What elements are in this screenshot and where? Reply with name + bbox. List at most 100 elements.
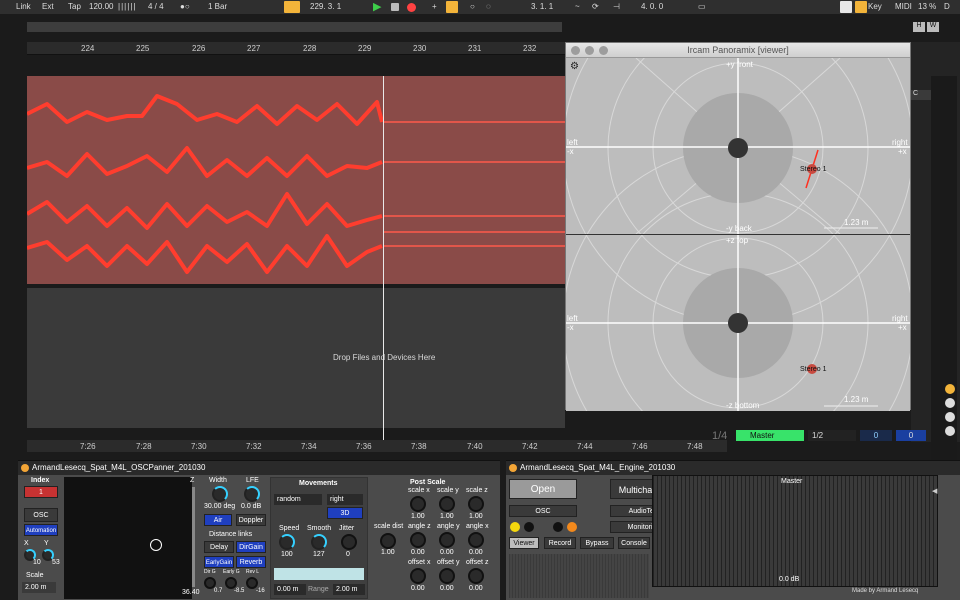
xy-pad[interactable]: [64, 477, 192, 599]
pencil-icon[interactable]: [840, 1, 852, 13]
delay-button[interactable]: Delay: [204, 541, 234, 553]
3d-button[interactable]: 3D: [327, 507, 363, 519]
zoom-window-icon[interactable]: [599, 46, 608, 55]
midi-map-button[interactable]: MIDI: [895, 2, 912, 11]
master-routing-select[interactable]: 1/2: [808, 430, 856, 441]
overdub-icon[interactable]: +: [432, 2, 437, 11]
punch-icon[interactable]: ○: [470, 2, 475, 11]
settings-gear-icon[interactable]: ⚙: [570, 61, 579, 72]
speed-value: 100: [281, 551, 293, 558]
hide-button[interactable]: H: [913, 22, 925, 32]
device-power-icon[interactable]: [21, 464, 29, 472]
source-label-top[interactable]: Stereo 1: [800, 166, 826, 173]
scale-z-knob[interactable]: [468, 496, 484, 512]
key-map-indicator[interactable]: [855, 1, 867, 13]
master-pan[interactable]: 0: [896, 430, 926, 441]
panoramix-viewer-window[interactable]: Ircam Panoramix [viewer] ⚙ +y front -y b…: [565, 42, 911, 411]
time-ruler[interactable]: 7:26 7:28 7:30 7:32 7:34 7:36 7:38 7:40 …: [27, 440, 727, 452]
tempo-field[interactable]: 120.00: [89, 2, 113, 11]
osc-button[interactable]: OSC: [509, 505, 577, 517]
record-button[interactable]: Record: [544, 537, 576, 549]
master-track-button[interactable]: Master: [736, 430, 804, 441]
range-min-field[interactable]: 0.00 m: [274, 584, 306, 595]
time-signature[interactable]: 4 / 4: [148, 2, 164, 11]
loop-switch-icon[interactable]: ⟳: [592, 2, 599, 11]
play-icon[interactable]: ▶: [373, 0, 381, 13]
earlygain-button[interactable]: EarlyGain: [204, 556, 234, 568]
track-c-label[interactable]: C: [911, 90, 931, 100]
w-button[interactable]: W: [927, 22, 939, 32]
dirgain-button[interactable]: DirGain: [236, 541, 266, 553]
range-max-field[interactable]: 2.00 m: [333, 584, 365, 595]
record-icon[interactable]: [407, 3, 416, 12]
minimize-window-icon[interactable]: [585, 46, 594, 55]
drop-zone[interactable]: Drop Files and Devices Here: [27, 288, 565, 428]
offset-z-knob[interactable]: [468, 568, 484, 584]
solo-toggle-icon[interactable]: [945, 426, 955, 436]
return-toggle-icon[interactable]: [945, 398, 955, 408]
offset-x-knob[interactable]: [410, 568, 426, 584]
scale-y-knob[interactable]: [439, 496, 455, 512]
jitter-knob[interactable]: [341, 534, 357, 550]
link-button[interactable]: Link: [16, 2, 31, 11]
scale-field[interactable]: 2.00 m: [22, 582, 56, 593]
ext-sync-button[interactable]: Ext: [42, 2, 54, 11]
beat-ruler[interactable]: 224 225 226 227 228 229 230 231 232: [27, 42, 565, 55]
master-volume[interactable]: 0: [860, 430, 892, 441]
status-yellow-icon: [510, 522, 520, 532]
arrangement-record-icon[interactable]: [284, 1, 300, 13]
draw-mode-icon[interactable]: ~: [575, 2, 580, 11]
angle-x-knob[interactable]: [468, 532, 484, 548]
console-button[interactable]: Console: [618, 537, 650, 549]
smooth-knob[interactable]: [311, 534, 327, 550]
offset-y-knob[interactable]: [439, 568, 455, 584]
movement-side-select[interactable]: right: [327, 494, 363, 505]
osc-button[interactable]: OSC: [24, 508, 58, 522]
open-button[interactable]: Open: [509, 479, 577, 499]
punch-out-icon[interactable]: ⊣: [613, 2, 620, 11]
doppler-button[interactable]: Doppler: [236, 514, 266, 526]
lfe-knob[interactable]: [244, 486, 260, 502]
tap-button[interactable]: Tap: [68, 2, 81, 11]
key-map-button[interactable]: Key: [868, 2, 882, 11]
mixer-toggle-icon[interactable]: [945, 384, 955, 394]
stop-icon[interactable]: [391, 3, 399, 11]
movement-mode-select[interactable]: random: [274, 494, 322, 505]
song-position[interactable]: 229. 3. 1: [310, 2, 341, 11]
range-slider[interactable]: [274, 568, 364, 580]
overview-bar[interactable]: [27, 22, 562, 32]
source-label-bottom[interactable]: Stereo 1: [800, 366, 826, 373]
grid-icon[interactable]: ▭: [698, 2, 706, 11]
device-title[interactable]: ArmandLesecq_Spat_M4L_Engine_201030: [506, 461, 960, 475]
ruler-mark: 231: [468, 44, 482, 53]
angle-y-knob[interactable]: [439, 532, 455, 548]
index-field[interactable]: 1: [24, 486, 58, 498]
scale-dist-knob[interactable]: [380, 533, 396, 549]
loop-start[interactable]: 3. 1. 1: [531, 2, 553, 11]
metronome-icon[interactable]: ||||||: [118, 2, 136, 11]
width-knob[interactable]: [212, 486, 228, 502]
scale-x-knob[interactable]: [410, 496, 426, 512]
device-power-icon[interactable]: [509, 464, 517, 472]
speed-knob[interactable]: [279, 534, 295, 550]
automation-button[interactable]: Automation: [24, 524, 58, 536]
quantize-select[interactable]: 1 Bar: [208, 2, 227, 11]
close-window-icon[interactable]: [571, 46, 580, 55]
reverb-button[interactable]: Reverb: [236, 556, 266, 568]
loop-length[interactable]: 4. 0. 0: [641, 2, 663, 11]
follow-icon[interactable]: ●○: [180, 2, 190, 11]
bypass-button[interactable]: Bypass: [580, 537, 614, 549]
xy-cursor[interactable]: [150, 539, 162, 551]
z-slider[interactable]: [192, 487, 195, 587]
spatial-view[interactable]: [566, 58, 910, 411]
device-title[interactable]: ArmandLesecq_Spat_M4L_OSCPanner_201030: [18, 461, 500, 475]
loop-icon[interactable]: ◌: [486, 2, 491, 11]
window-title: Ircam Panoramix [viewer]: [687, 45, 789, 55]
automation-arm-icon[interactable]: [446, 1, 458, 13]
mute-toggle-icon[interactable]: [945, 412, 955, 422]
automation-clip[interactable]: [25, 76, 565, 284]
window-titlebar[interactable]: Ircam Panoramix [viewer]: [566, 43, 910, 58]
air-button[interactable]: Air: [204, 514, 232, 526]
angle-z-knob[interactable]: [410, 532, 426, 548]
viewer-button[interactable]: Viewer: [509, 537, 539, 549]
